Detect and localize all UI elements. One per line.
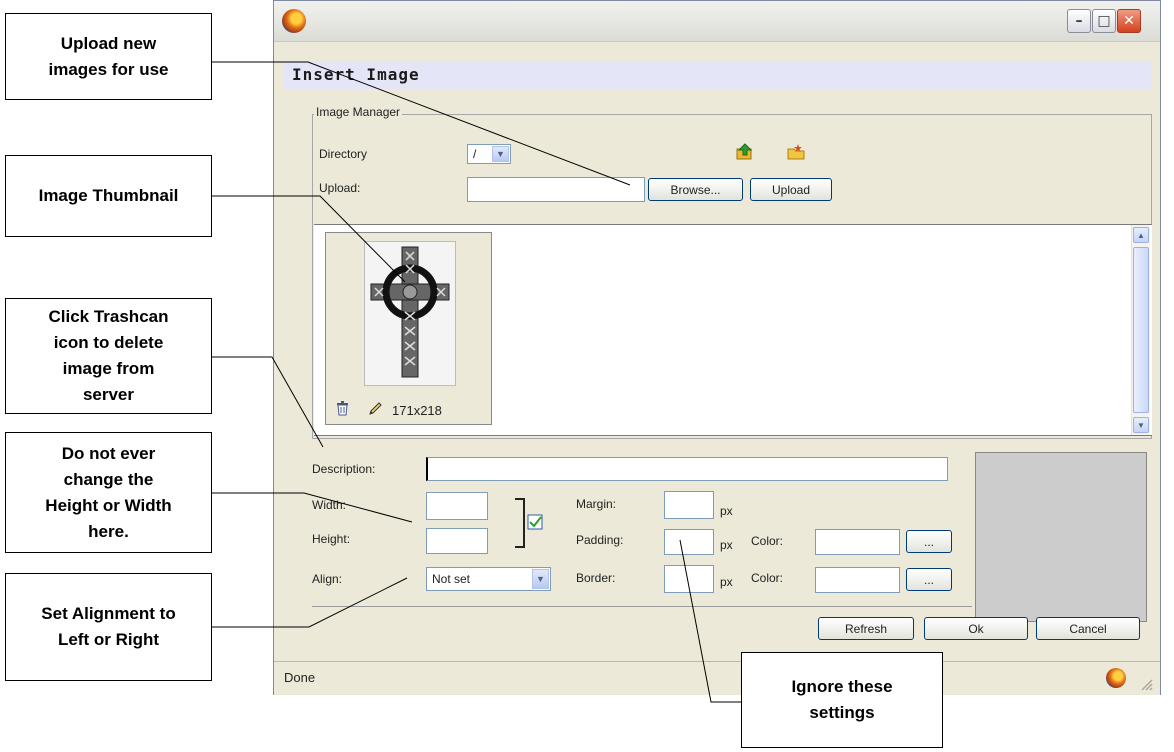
- image-browser-pane: 171x218 ▲ ▼: [314, 224, 1152, 436]
- close-button[interactable]: ✕: [1117, 9, 1141, 33]
- callout-thumbnail: Image Thumbnail: [5, 155, 212, 237]
- callout-ignore-text: Ignore these settings: [791, 677, 893, 722]
- thumbnail-dimensions: 171x218: [392, 403, 442, 418]
- browse-button[interactable]: Browse...: [648, 178, 743, 201]
- align-value: Not set: [432, 572, 471, 586]
- refresh-button[interactable]: Refresh: [818, 617, 914, 640]
- new-folder-icon[interactable]: [786, 143, 806, 161]
- padding-color-label: Color:: [751, 534, 784, 548]
- border-px-label: px: [720, 575, 733, 589]
- upload-button[interactable]: Upload: [750, 178, 832, 201]
- callout-thumbnail-text: Image Thumbnail: [38, 186, 179, 205]
- status-bar: Done: [274, 661, 1160, 695]
- cancel-button[interactable]: Cancel: [1036, 617, 1140, 640]
- padding-color-input[interactable]: [815, 529, 900, 555]
- maximize-icon: □: [1097, 13, 1111, 29]
- resize-grip-icon[interactable]: [1140, 678, 1154, 692]
- firefox-logo-icon: [282, 9, 306, 33]
- callout-alignment: Set Alignment to Left or Right: [5, 573, 212, 681]
- directory-select[interactable]: / ▼: [467, 144, 511, 164]
- dialog-title: Insert Image: [284, 61, 1152, 89]
- maximize-button[interactable]: □: [1092, 9, 1116, 33]
- vertical-scrollbar[interactable]: ▲ ▼: [1131, 225, 1150, 435]
- align-label: Align:: [312, 572, 343, 586]
- margin-label: Margin:: [576, 497, 617, 511]
- margin-input[interactable]: [664, 491, 714, 519]
- scroll-up-button[interactable]: ▲: [1133, 227, 1149, 243]
- edit-pencil-icon[interactable]: [368, 401, 382, 416]
- callout-upload: Upload new images for use: [5, 13, 212, 100]
- padding-label: Padding:: [576, 533, 624, 547]
- width-label: Width:: [312, 498, 347, 512]
- border-input[interactable]: [664, 565, 714, 593]
- padding-color-picker-button[interactable]: ...: [906, 530, 952, 553]
- description-label: Description:: [312, 462, 376, 476]
- scrollbar-thumb[interactable]: [1133, 247, 1149, 413]
- directory-value: /: [473, 147, 477, 161]
- chevron-up-icon: ▲: [1137, 230, 1145, 240]
- trashcan-icon[interactable]: [336, 401, 349, 416]
- border-label: Border:: [576, 571, 616, 585]
- description-input[interactable]: [426, 457, 948, 481]
- border-color-picker-button[interactable]: ...: [906, 568, 952, 591]
- upload-file-input[interactable]: [467, 177, 645, 202]
- folder-up-icon[interactable]: [736, 143, 754, 161]
- image-preview: [975, 452, 1147, 622]
- callout-upload-text: Upload new images for use: [48, 33, 169, 79]
- callout-trashcan-text: Click Trashcan icon to delete image from…: [48, 307, 169, 404]
- align-select[interactable]: Not set ▼: [426, 567, 551, 591]
- border-color-label: Color:: [751, 571, 784, 585]
- status-text: Done: [284, 670, 316, 685]
- scroll-down-button[interactable]: ▼: [1133, 417, 1149, 433]
- height-label: Height:: [312, 532, 351, 546]
- minimize-icon: –: [1075, 13, 1083, 29]
- firefox-status-icon: [1106, 668, 1126, 688]
- callout-alignment-text: Set Alignment to Left or Right: [41, 604, 176, 649]
- border-color-input[interactable]: [815, 567, 900, 593]
- constrain-proportions-icon[interactable]: [514, 497, 546, 549]
- chevron-down-icon: ▼: [1137, 420, 1145, 430]
- callout-trashcan: Click Trashcan icon to delete image from…: [5, 298, 212, 414]
- ok-button[interactable]: Ok: [924, 617, 1028, 640]
- insert-image-window: – □ ✕ Insert Image Image Manager Directo…: [273, 0, 1161, 695]
- celtic-cross-image: [370, 246, 450, 378]
- chevron-down-icon: ▼: [532, 569, 549, 589]
- image-thumbnail-card[interactable]: 171x218: [325, 232, 492, 425]
- image-thumbnail[interactable]: [364, 241, 456, 386]
- callout-height-width: Do not ever change the Height or Width h…: [5, 432, 212, 553]
- height-input[interactable]: [426, 528, 488, 554]
- chevron-down-icon: ▼: [492, 146, 509, 162]
- callout-height-width-text: Do not ever change the Height or Width h…: [45, 443, 172, 541]
- button-separator: [312, 606, 972, 607]
- minimize-button[interactable]: –: [1067, 9, 1091, 33]
- padding-px-label: px: [720, 538, 733, 552]
- width-input[interactable]: [426, 492, 488, 520]
- close-icon: ✕: [1123, 13, 1135, 29]
- image-manager-legend: Image Manager: [314, 105, 403, 119]
- window-titlebar: – □ ✕: [274, 1, 1160, 42]
- padding-input[interactable]: [664, 529, 714, 555]
- callout-ignore: Ignore these settings: [741, 652, 943, 748]
- directory-label: Directory: [319, 147, 368, 161]
- margin-px-label: px: [720, 504, 733, 518]
- upload-label: Upload:: [319, 181, 361, 195]
